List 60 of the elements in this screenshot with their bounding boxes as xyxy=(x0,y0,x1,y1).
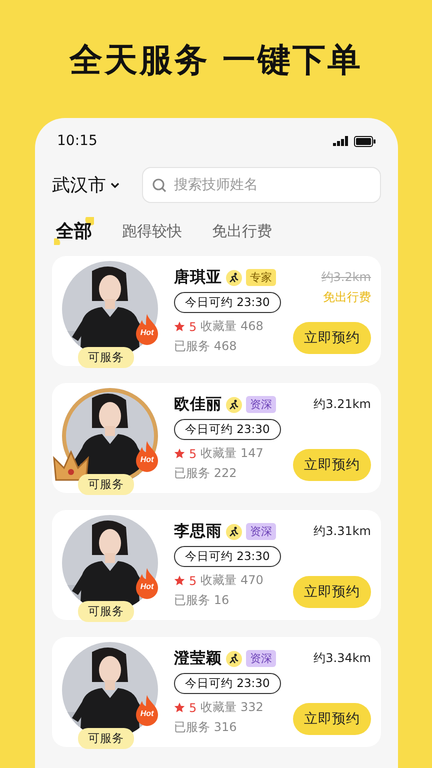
signal-icon xyxy=(333,136,349,146)
runner-icon xyxy=(226,650,242,666)
hot-badge: Hot xyxy=(134,440,160,472)
distance-label: 约3.21km xyxy=(314,396,371,413)
book-button[interactable]: 立即预约 xyxy=(293,703,371,735)
filter-tab[interactable]: 跑得较快 xyxy=(120,220,184,242)
availability-label: 今日可约 23:30 xyxy=(174,546,281,567)
level-tag: 资深 xyxy=(246,523,276,540)
search-field[interactable]: 搜索技师姓名 xyxy=(142,167,381,203)
availability-label: 今日可约 23:30 xyxy=(174,673,281,694)
filter-tab[interactable]: 全部 xyxy=(54,217,94,245)
rating-value: 5 xyxy=(189,446,197,460)
level-tag: 专家 xyxy=(246,269,276,286)
rating-value: 5 xyxy=(189,574,197,588)
technician-name: 澄莹颖 xyxy=(174,648,222,669)
status-label: 可服务 xyxy=(78,474,134,495)
favorites-count: 收藏量 147 xyxy=(200,445,264,462)
rating-value: 5 xyxy=(189,320,197,334)
distance-label: 约3.31km xyxy=(314,523,371,540)
served-count: 已服务 316 xyxy=(174,719,238,736)
status-label: 可服务 xyxy=(78,728,134,749)
favorites-count: 收藏量 470 xyxy=(200,572,264,589)
rating-value: 5 xyxy=(189,700,197,714)
technician-name: 欧佳丽 xyxy=(174,394,222,415)
level-tag: 资深 xyxy=(246,396,276,413)
battery-icon xyxy=(354,136,376,146)
chevron-down-icon xyxy=(110,182,120,188)
distance-label: 约3.34km xyxy=(314,650,371,667)
star-icon xyxy=(174,702,185,713)
availability-label: 今日可约 23:30 xyxy=(174,292,281,313)
star-icon xyxy=(174,448,185,459)
runner-icon xyxy=(226,524,242,540)
favorites-count: 收藏量 468 xyxy=(200,318,264,335)
availability-label: 今日可约 23:30 xyxy=(174,419,281,440)
book-button[interactable]: 立即预约 xyxy=(293,576,371,608)
runner-icon xyxy=(226,396,242,412)
status-label: 可服务 xyxy=(78,601,134,622)
runner-icon xyxy=(226,270,242,286)
book-button[interactable]: 立即预约 xyxy=(293,322,371,354)
star-icon xyxy=(174,321,185,332)
favorites-count: 收藏量 332 xyxy=(200,699,264,716)
hot-badge: Hot xyxy=(134,694,160,726)
headline: 全天服务 一键下单 xyxy=(68,39,364,81)
star-icon xyxy=(174,575,185,586)
served-count: 已服务 16 xyxy=(174,592,230,609)
served-count: 已服务 468 xyxy=(174,338,238,355)
served-count: 已服务 222 xyxy=(174,465,238,482)
hot-badge: Hot xyxy=(134,567,160,599)
filter-tab[interactable]: 免出行费 xyxy=(210,220,274,242)
status-label: 可服务 xyxy=(78,347,134,368)
search-icon xyxy=(152,178,167,193)
distance-label: 约3.2km xyxy=(321,269,371,286)
free-travel-note: 免出行费 xyxy=(323,289,371,306)
hot-badge: Hot xyxy=(134,313,160,345)
level-tag: 资深 xyxy=(246,650,276,667)
city-selector[interactable]: 武汉市 xyxy=(52,173,132,197)
technician-name: 李思雨 xyxy=(174,521,222,542)
book-button[interactable]: 立即预约 xyxy=(293,449,371,481)
technician-name: 唐琪亚 xyxy=(174,267,222,288)
status-time: 10:15 xyxy=(57,133,98,149)
